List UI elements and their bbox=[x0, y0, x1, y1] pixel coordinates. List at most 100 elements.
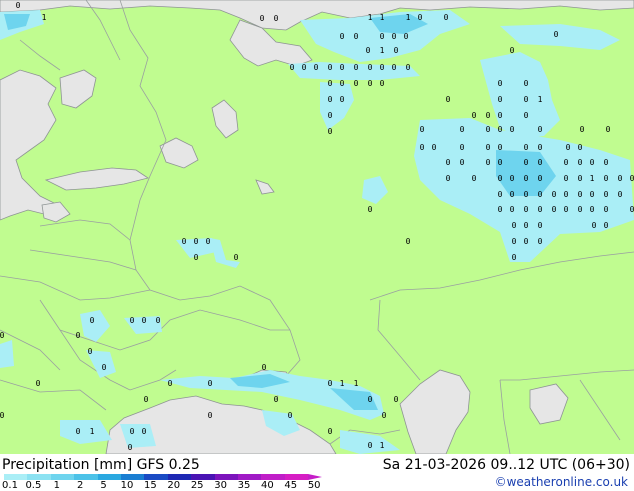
precip-mark: 0 bbox=[510, 174, 515, 183]
precip-mark: 0 bbox=[524, 221, 529, 230]
precip-mark: 0 bbox=[354, 32, 359, 41]
precip-mark: 0 bbox=[498, 158, 503, 167]
precip-mark: 0 bbox=[486, 111, 491, 120]
precip-mark: 0 bbox=[380, 79, 385, 88]
color-legend bbox=[4, 474, 323, 480]
precip-mark: 0 bbox=[368, 441, 373, 450]
precip-mark: 0 bbox=[552, 190, 557, 199]
precip-mark: 0 bbox=[590, 205, 595, 214]
precip-mark: 0 bbox=[418, 13, 423, 22]
precip-mark: 0 bbox=[618, 174, 623, 183]
precip-mark: 0 bbox=[130, 316, 135, 325]
precip-mark: 0 bbox=[314, 63, 319, 72]
lake-onega bbox=[211, 99, 239, 139]
precip-mark: 0 bbox=[446, 158, 451, 167]
precip-mark: 0 bbox=[36, 379, 41, 388]
precip-mark: 0 bbox=[194, 237, 199, 246]
precip-mark: 0 bbox=[472, 174, 477, 183]
precip-mark: 0 bbox=[328, 379, 333, 388]
precip-mark: 0 bbox=[168, 379, 173, 388]
precip-mark: 0 bbox=[432, 143, 437, 152]
precip-mark: 0 bbox=[580, 125, 585, 134]
precip-mark: 0 bbox=[524, 205, 529, 214]
precip-mark: 0 bbox=[512, 221, 517, 230]
precip-mark: 0 bbox=[524, 237, 529, 246]
precip-mark: 0 bbox=[538, 205, 543, 214]
aral-sea bbox=[529, 383, 569, 425]
precip-mark: 0 bbox=[394, 395, 399, 404]
precip-mark: 0 bbox=[564, 190, 569, 199]
precip-mark: 0 bbox=[274, 395, 279, 404]
precip-mark: 0 bbox=[0, 411, 5, 420]
credit-link[interactable]: ©weatheronline.co.uk bbox=[495, 475, 628, 489]
baltic-sea bbox=[0, 69, 61, 221]
precip-mark: 0 bbox=[340, 79, 345, 88]
precip-mark: 0 bbox=[302, 63, 307, 72]
precip-mark: 0 bbox=[524, 158, 529, 167]
precip-mark: 0 bbox=[274, 14, 279, 23]
precip-mark: 0 bbox=[234, 253, 239, 262]
precip-mark: 0 bbox=[554, 30, 559, 39]
map-canvas: 01 0 0 1 1 1 0 00 0 0 0 0 00 1 0 00 0 0 0 0 0 0 0 0 00 0 0 0 0 0 00 0 0 0… bbox=[0, 0, 634, 454]
precip-mark: 0 bbox=[460, 125, 465, 134]
precip-mark: 0 bbox=[142, 316, 147, 325]
precip-mark: 0 bbox=[604, 190, 609, 199]
precip-mark: 0 bbox=[590, 158, 595, 167]
precip-mark: 0 bbox=[510, 190, 515, 199]
precip-mark: 0 bbox=[340, 32, 345, 41]
precip-mark: 0 bbox=[606, 125, 611, 134]
precip-mark: 0 bbox=[208, 411, 213, 420]
precip-mark: 0 bbox=[404, 32, 409, 41]
map-footer: Precipitation [mm] GFS 0.25 Sa 21-03-202… bbox=[0, 454, 634, 491]
precip-mark: 0 bbox=[604, 158, 609, 167]
precip-mark: 0 bbox=[328, 427, 333, 436]
precip-mark: 0 bbox=[406, 237, 411, 246]
precip-mark: 0 bbox=[498, 111, 503, 120]
precip-mark: 0 bbox=[88, 347, 93, 356]
precip-mark: 0 bbox=[194, 253, 199, 262]
precip-mark: 0 bbox=[142, 427, 147, 436]
precip-mark: 0 bbox=[552, 205, 557, 214]
precip-mark: 0 bbox=[498, 174, 503, 183]
caspian-sea bbox=[399, 369, 471, 454]
precip-mark: 0 bbox=[288, 411, 293, 420]
precip-mark: 0 bbox=[486, 158, 491, 167]
valid-time: Sa 21-03-2026 09..12 UTC (06+30) bbox=[382, 457, 630, 473]
precip-mark: 0 bbox=[340, 95, 345, 104]
precip-mark: 0 bbox=[446, 95, 451, 104]
precip-mark: 0 bbox=[512, 237, 517, 246]
precip-mark: 1 bbox=[380, 46, 385, 55]
precip-mark: 0 bbox=[524, 174, 529, 183]
precip-mark: 0 bbox=[510, 205, 515, 214]
precip-mark: 0 bbox=[538, 143, 543, 152]
precip-mark: 0 bbox=[392, 63, 397, 72]
precip-mark: 0 bbox=[538, 158, 543, 167]
precip-mark: 1 bbox=[406, 13, 411, 22]
precip-mark: 0 bbox=[538, 174, 543, 183]
precip-mark: 0 bbox=[382, 411, 387, 420]
precip-mark: 0 bbox=[0, 331, 5, 340]
precip-mark: 0 bbox=[592, 221, 597, 230]
precip-mark: 0 bbox=[406, 63, 411, 72]
precip-mark: 0 bbox=[328, 95, 333, 104]
precip-mark: 0 bbox=[368, 63, 373, 72]
precip-mark: 0 bbox=[566, 143, 571, 152]
precip-mark: 0 bbox=[354, 63, 359, 72]
precip-mark: 0 bbox=[460, 143, 465, 152]
precip-mark: 0 bbox=[498, 95, 503, 104]
precip-mark: 0 bbox=[498, 205, 503, 214]
precip-mark: 0 bbox=[328, 63, 333, 72]
precip-mark: 0 bbox=[380, 63, 385, 72]
precip-mark: 1 bbox=[340, 379, 345, 388]
precip-mark: 0 bbox=[420, 143, 425, 152]
precip-mark: 0 bbox=[578, 205, 583, 214]
precip-mark: 0 bbox=[102, 363, 107, 372]
precip-mark: 0 bbox=[498, 190, 503, 199]
precip-mark: 0 bbox=[630, 205, 634, 214]
precipitation-areas bbox=[0, 10, 634, 454]
precip-mark: 0 bbox=[354, 79, 359, 88]
precip-mark: 0 bbox=[510, 46, 515, 55]
precip-mark: 0 bbox=[260, 14, 265, 23]
precip-mark: 1 bbox=[380, 441, 385, 450]
precip-mark: 0 bbox=[538, 237, 543, 246]
